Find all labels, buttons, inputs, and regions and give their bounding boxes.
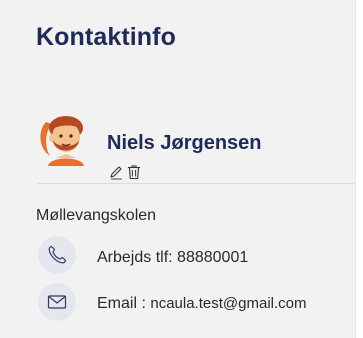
divider — [38, 183, 355, 184]
avatar — [36, 110, 92, 166]
phone-icon — [48, 245, 67, 264]
pencil-icon[interactable] — [108, 164, 124, 180]
contact-name: Niels Jørgensen — [107, 132, 262, 154]
envelope-icon-circle — [38, 283, 76, 321]
email-row: Email : ncaula.test@gmail.com — [97, 294, 306, 314]
avatar-icon — [40, 116, 84, 166]
email-label: Email : — [97, 295, 146, 312]
phone-icon-circle — [38, 236, 76, 274]
contact-panel: Kontaktinfo Niels Jørgensen Møllevangsko… — [0, 0, 355, 338]
trash-icon[interactable] — [126, 164, 142, 180]
envelope-icon — [47, 295, 67, 309]
organization-name: Møllevangskolen — [36, 207, 157, 224]
panel-edge — [355, 0, 356, 338]
page-title: Kontaktinfo — [36, 23, 176, 51]
email-value[interactable]: ncaula.test@gmail.com — [150, 295, 306, 312]
phone-label: Arbejds tlf: — [97, 249, 173, 266]
phone-row: Arbejds tlf: 88880001 — [97, 248, 248, 268]
phone-value[interactable]: 88880001 — [177, 249, 248, 266]
